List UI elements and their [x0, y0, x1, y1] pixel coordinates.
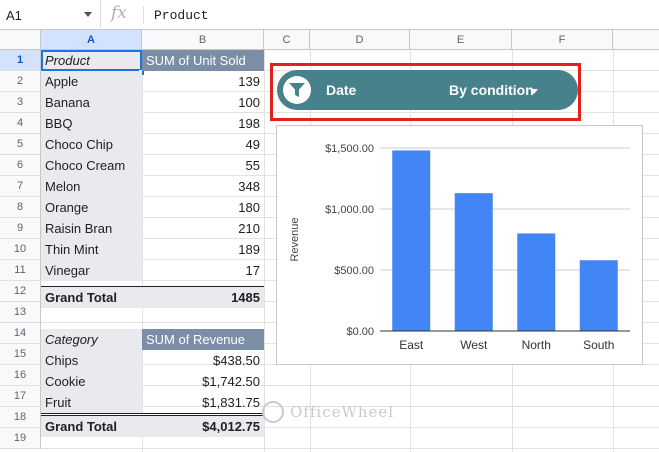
name-box-ref: A1: [6, 8, 22, 23]
row-header-8[interactable]: 8: [0, 197, 41, 218]
pivot1-total-label[interactable]: Grand Total: [41, 287, 142, 308]
formula-separator: [143, 6, 144, 24]
formula-input[interactable]: Product: [154, 8, 209, 23]
column-header-c[interactable]: C: [264, 30, 310, 50]
pivot1-row-value[interactable]: 55: [142, 155, 264, 176]
x-tick-label: West: [460, 338, 488, 352]
column-header-f[interactable]: F: [512, 30, 613, 50]
chart-bar-east: [392, 150, 431, 331]
officewheel-logo: OfficeWheel: [262, 398, 422, 428]
row-header-7[interactable]: 7: [0, 176, 41, 197]
pivot1-row-label[interactable]: Orange: [41, 197, 142, 218]
row-header-19[interactable]: 19: [0, 428, 41, 449]
row-header-10[interactable]: 10: [0, 239, 41, 260]
x-tick-label: South: [583, 338, 614, 352]
pivot1-row-value[interactable]: 348: [142, 176, 264, 197]
pivot1-row-value[interactable]: 198: [142, 113, 264, 134]
column-header-b[interactable]: B: [142, 30, 264, 50]
name-box[interactable]: A1: [0, 0, 101, 30]
column-header-g[interactable]: [613, 30, 659, 50]
gridline: [264, 50, 265, 452]
pivot1-header-product[interactable]: Product: [41, 50, 142, 71]
pivot1-row-label[interactable]: Vinegar: [41, 260, 142, 281]
formula-bar: A1 fx Product: [0, 0, 659, 30]
row-header-16[interactable]: 16: [0, 365, 41, 386]
row-header-11[interactable]: 11: [0, 260, 41, 281]
filter-condition-dropdown[interactable]: By condition: [449, 82, 534, 98]
revenue-chart[interactable]: $0.00 $500.00 $1,000.00 $1,500.00 Revenue Eas…: [276, 125, 643, 365]
pivot1-row-value[interactable]: 189: [142, 239, 264, 260]
pivot1-row-value[interactable]: 100: [142, 92, 264, 113]
row-header-14[interactable]: 14: [0, 323, 41, 344]
y-axis-label: Revenue: [289, 217, 301, 261]
fx-icon: fx: [111, 3, 127, 23]
watermark-text: OfficeWheel: [290, 403, 395, 421]
column-header-e[interactable]: E: [410, 30, 512, 50]
chart-bar-west: [454, 193, 493, 331]
chart-bar-north: [517, 233, 556, 331]
pivot2-row-label[interactable]: Chips: [41, 350, 142, 371]
pivot1-header-units[interactable]: SUM of Unit Sold: [142, 50, 264, 71]
row-header-5[interactable]: 5: [0, 134, 41, 155]
row-header-15[interactable]: 15: [0, 344, 41, 365]
row-header-17[interactable]: 17: [0, 386, 41, 407]
x-tick-label: North: [522, 338, 551, 352]
row-header-9[interactable]: 9: [0, 218, 41, 239]
pivot2-row-value[interactable]: $438.50: [142, 350, 264, 371]
pivot1-row-value[interactable]: 139: [142, 71, 264, 92]
row-header-4[interactable]: 4: [0, 113, 41, 134]
pivot1-row-label[interactable]: Melon: [41, 176, 142, 197]
filter-icon[interactable]: [283, 76, 311, 104]
y-tick-label: $500.00: [334, 265, 374, 277]
x-tick-label: East: [399, 338, 424, 352]
chevron-down-icon[interactable]: [84, 12, 92, 17]
column-header-a[interactable]: A: [41, 30, 142, 50]
pivot2-header-revenue[interactable]: SUM of Revenue: [142, 329, 264, 350]
row-header-18[interactable]: 18: [0, 407, 41, 428]
chart-bar-south: [579, 260, 618, 331]
column-header-d[interactable]: D: [310, 30, 410, 50]
pivot1-row-value[interactable]: 180: [142, 197, 264, 218]
pivot1-row-label[interactable]: Banana: [41, 92, 142, 113]
pivot2-row-label[interactable]: Cookie: [41, 371, 142, 392]
row-header-13[interactable]: 13: [0, 302, 41, 323]
filter-chip[interactable]: Date By condition: [277, 70, 578, 110]
row-header-1[interactable]: 1: [0, 50, 41, 71]
pivot1-row-label[interactable]: Choco Cream: [41, 155, 142, 176]
pivot2-total-value[interactable]: $4,012.75: [142, 416, 264, 437]
pivot2-row-value[interactable]: $1,831.75: [142, 392, 264, 413]
filter-chip-label: Date: [326, 82, 357, 98]
pivot1-row-label[interactable]: Thin Mint: [41, 239, 142, 260]
pivot2-row-value[interactable]: $1,742.50: [142, 371, 264, 392]
gridline: [41, 448, 659, 449]
pivot1-row-value[interactable]: 17: [142, 260, 264, 281]
y-tick-label: $1,000.00: [325, 204, 374, 216]
pivot1-row-value[interactable]: 49: [142, 134, 264, 155]
pivot1-row-label[interactable]: Apple: [41, 71, 142, 92]
pivot1-row-label[interactable]: Choco Chip: [41, 134, 142, 155]
pivot2-row-label[interactable]: Fruit: [41, 392, 142, 413]
pivot2-header-category[interactable]: Category: [41, 329, 142, 350]
chevron-down-icon[interactable]: [530, 89, 538, 94]
y-tick-label: $1,500.00: [325, 143, 374, 155]
pivot1-row-label[interactable]: Raisin Bran: [41, 218, 142, 239]
row-header-2[interactable]: 2: [0, 71, 41, 92]
y-tick-label: $0.00: [346, 326, 374, 338]
officewheel-logo-icon: [262, 401, 284, 423]
chart-svg: $0.00 $500.00 $1,000.00 $1,500.00 Revenue Eas…: [289, 143, 630, 352]
row-header-12[interactable]: 12: [0, 281, 41, 302]
row-header-6[interactable]: 6: [0, 155, 41, 176]
pivot2-total-label[interactable]: Grand Total: [41, 416, 142, 437]
pivot1-row-label[interactable]: BBQ: [41, 113, 142, 134]
select-all-corner[interactable]: [0, 30, 41, 50]
pivot1-total-value[interactable]: 1485: [142, 287, 264, 308]
row-header-3[interactable]: 3: [0, 92, 41, 113]
pivot1-row-value[interactable]: 210: [142, 218, 264, 239]
